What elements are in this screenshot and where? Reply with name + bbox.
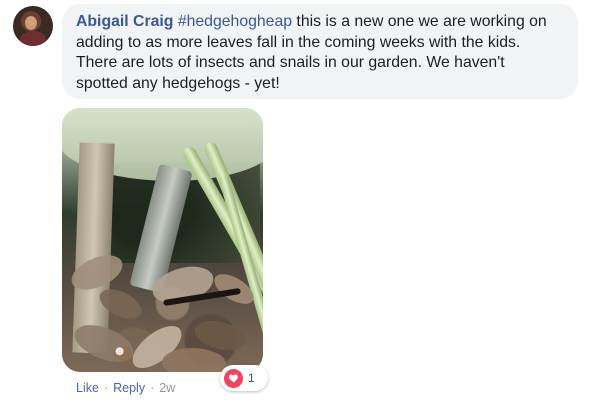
reply-link[interactable]: Reply [113,381,145,395]
hashtag-link[interactable]: #hedgehogheap [178,13,292,30]
photo-snail-shell [113,346,132,361]
reaction-count: 1 [248,371,255,385]
photo-fence-post [72,142,115,354]
author-name[interactable]: Abigail Craig [76,13,173,30]
action-separator: · [150,381,155,395]
comment-text-line-4: spotted any hedgehogs - yet! [76,74,280,92]
action-separator: · [103,381,109,395]
avatar-face [25,16,37,30]
reaction-summary[interactable]: 1 [220,365,268,391]
comment-bubble: Abigail Craig #hedgehogheap this is a ne… [62,4,578,99]
comment-time[interactable]: 2w [159,381,175,395]
comment-photo[interactable] [62,108,263,372]
comment-actions: Like · Reply · 2w [76,380,175,396]
avatar-shoulder [20,31,46,46]
like-link[interactable]: Like [76,381,99,395]
comment-text-line-2: adding to as more leaves fall in the com… [76,33,521,51]
comment-text-line-1: this is a new one we are working on [292,13,547,30]
comment-text-line-3: There are lots of insects and snails in … [76,54,505,71]
heart-icon [224,368,243,388]
avatar[interactable] [13,6,53,46]
